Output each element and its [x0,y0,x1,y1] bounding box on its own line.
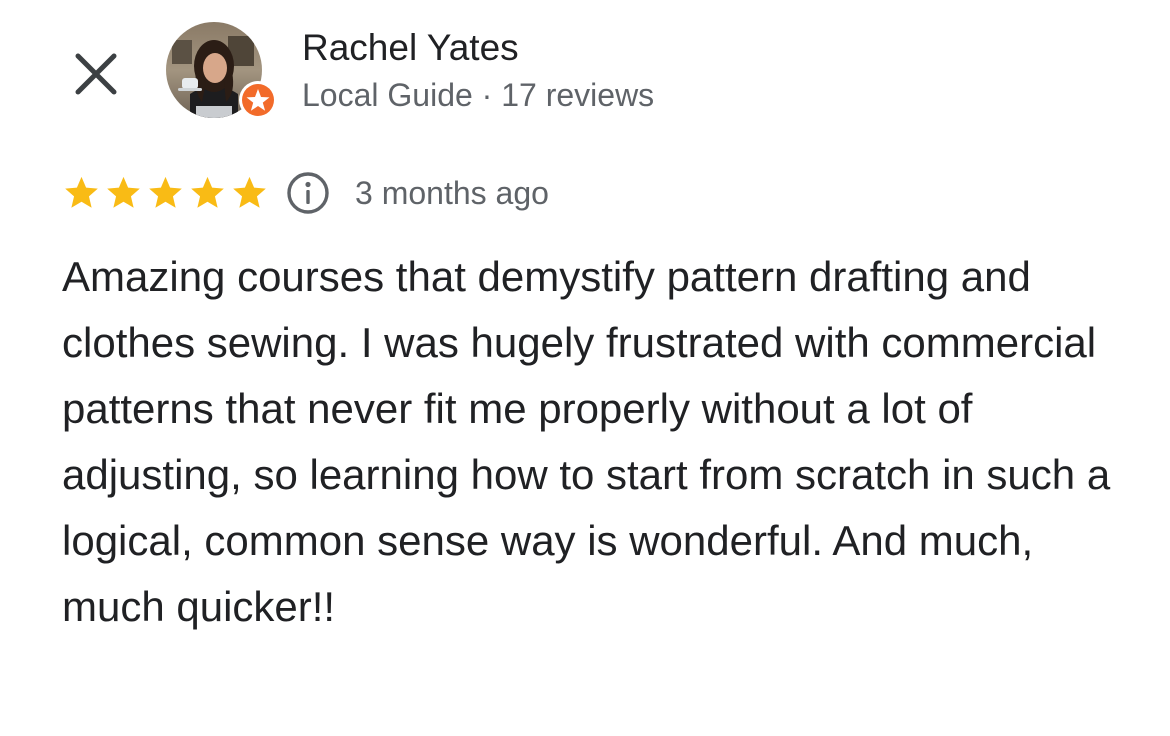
local-guide-badge [238,80,278,120]
close-button[interactable] [66,44,126,104]
reviewer-info[interactable]: Rachel Yates Local Guide · 17 reviews [302,26,654,116]
reviewer-avatar-container[interactable] [166,22,278,122]
reviewer-name[interactable]: Rachel Yates [302,26,654,70]
star-icon [62,174,101,212]
star-icon [188,174,227,212]
review-meta-row: 3 months ago [62,170,549,216]
star-icon [104,174,143,212]
star-icon [230,174,269,212]
local-guide-star-icon [239,81,277,119]
info-icon [287,172,329,214]
close-icon [75,53,117,95]
reviewer-meta: Local Guide · 17 reviews [302,77,655,113]
info-button[interactable] [285,170,331,216]
star-icon [146,174,185,212]
review-text: Amazing courses that demystify pattern d… [62,253,1111,630]
review-date: 3 months ago [355,174,549,211]
star-rating [62,174,269,212]
